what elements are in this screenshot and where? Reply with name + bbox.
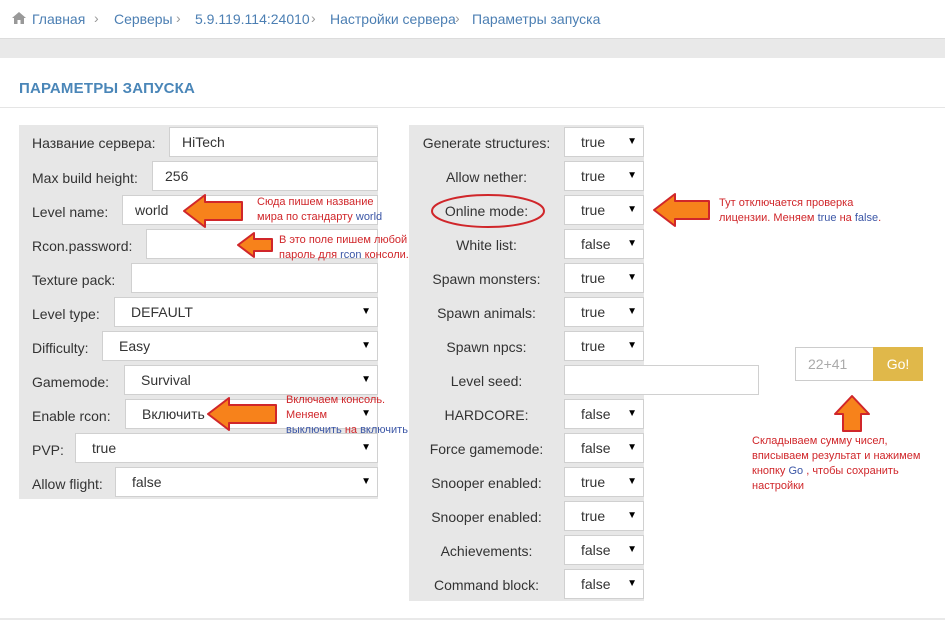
annotation-text: кнопку (752, 465, 789, 477)
annotation-text: консоли. (361, 249, 409, 261)
arrow-left-icon (207, 397, 277, 431)
annotation-highlight: Go (788, 465, 804, 477)
annotation-text: , чтобы сохранить (803, 465, 899, 477)
annotation-highlight: true (817, 212, 837, 224)
annotation-text: лицензии. Меняем (719, 212, 818, 224)
annotation-level-name: Сюда пишем название мира по стандарту wo… (257, 195, 382, 225)
annotation-enable-rcon: Включаем консоль. Меняем выключить на вк… (286, 393, 408, 438)
arrow-left-icon (183, 194, 243, 228)
annotation-online-mode: Тут отключается проверка лицензии. Меняе… (719, 196, 881, 226)
annotation-text: Тут отключается проверка (719, 197, 854, 209)
arrow-left-icon (237, 232, 273, 258)
arrow-up-icon (834, 395, 870, 432)
annotation-text: на (341, 424, 361, 436)
annotation-rcon: В это поле пишем любой пароль для rcon к… (279, 233, 409, 263)
annotation-highlight: включить (360, 424, 408, 436)
annotation-text: настройки (752, 480, 805, 492)
annotation-highlight: выключить (286, 424, 342, 436)
annotation-captcha: Складываем сумму чисел, вписываем резуль… (752, 434, 920, 494)
annotation-highlight: false (854, 212, 879, 224)
annotation-overlay (183, 193, 870, 432)
annotation-text: Сюда пишем название (257, 196, 374, 208)
annotation-text: вписываем результат и нажимем (752, 450, 921, 462)
annotation-text: пароль для (279, 249, 341, 261)
annotation-text: мира по стандарту (257, 211, 356, 223)
annotation-highlight: rcon (340, 249, 362, 261)
annotation-text: Меняем (286, 409, 328, 421)
annotation-text: В это поле пишем любой (279, 234, 408, 246)
arrow-left-icon (653, 193, 710, 227)
annotation-text: . (878, 212, 882, 224)
annotation-text: Включаем консоль. (286, 394, 386, 406)
annotation-text: на (836, 212, 855, 224)
annotation-text: Складываем сумму чисел, (752, 435, 888, 447)
highlight-ellipse (431, 194, 545, 228)
annotation-highlight: world (355, 211, 383, 223)
